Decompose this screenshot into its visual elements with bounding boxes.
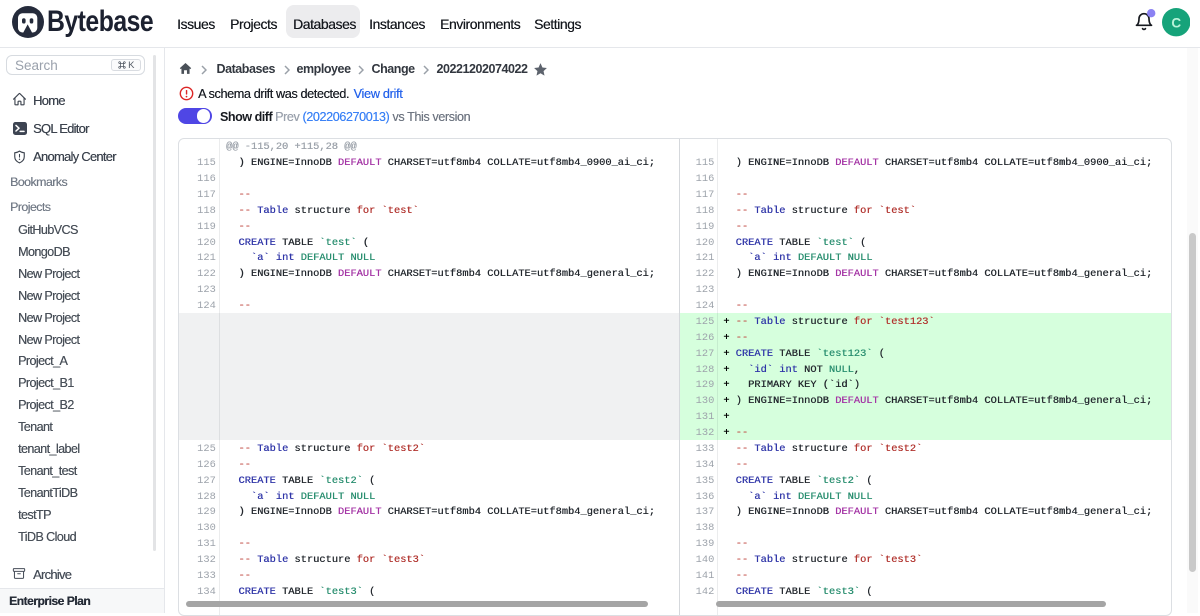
- svg-text:C: C: [1171, 15, 1181, 30]
